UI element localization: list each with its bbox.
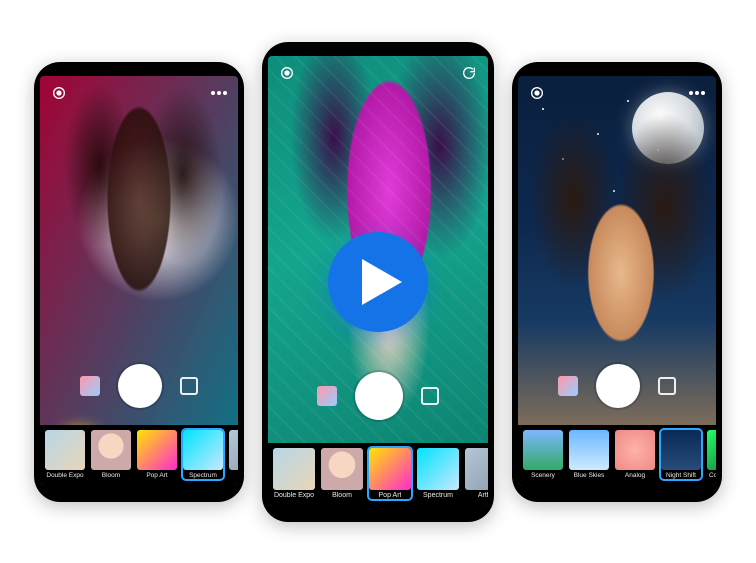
filter-pop-art[interactable]: Pop Art <box>136 429 178 480</box>
more-icon[interactable] <box>210 84 228 102</box>
target-icon[interactable] <box>50 84 68 102</box>
gallery-thumbnail[interactable] <box>558 376 578 396</box>
filter-label: Pop Art <box>146 472 167 479</box>
target-icon[interactable] <box>278 64 296 82</box>
gallery-thumbnail[interactable] <box>317 386 337 406</box>
filter-label: Analog <box>625 472 645 479</box>
filter-label: Double Expo <box>46 472 83 479</box>
phone-left: Double Expo Bloom Pop Art Spectrum Artful <box>34 62 244 502</box>
phone-right: Scenery Blue Skies Analog Night Shift Comic … <box>512 62 722 502</box>
filter-label: Artful <box>478 492 488 499</box>
camera-topbar <box>268 60 488 86</box>
aspect-toggle[interactable] <box>658 377 676 395</box>
filter-thumbnail <box>523 430 563 470</box>
filter-pop-art[interactable]: Pop Art <box>368 447 412 500</box>
target-icon[interactable] <box>528 84 546 102</box>
filter-label: Spectrum <box>423 492 453 499</box>
aspect-toggle[interactable] <box>421 387 439 405</box>
filter-thumbnail <box>273 448 315 490</box>
filter-bloom[interactable]: Bloom <box>320 447 364 500</box>
filter-artful[interactable]: Artful <box>228 429 238 480</box>
filter-label: Blue Skies <box>574 472 605 479</box>
filter-spectrum[interactable]: Spectrum <box>182 429 224 480</box>
capture-controls <box>518 364 716 408</box>
filter-label: Double Expo <box>274 492 314 499</box>
filter-thumbnail <box>229 430 238 470</box>
filter-artful[interactable]: Artful <box>464 447 488 500</box>
filter-blue-skies[interactable]: Blue Skies <box>568 429 610 480</box>
gallery-thumbnail[interactable] <box>80 376 100 396</box>
filter-thumbnail <box>91 430 131 470</box>
more-icon[interactable] <box>688 84 706 102</box>
filter-thumbnail <box>465 448 488 490</box>
filter-thumbnail <box>321 448 363 490</box>
filter-label: Bloom <box>102 472 120 479</box>
filter-thumbnail <box>417 448 459 490</box>
capture-controls <box>40 364 238 408</box>
filter-thumbnail <box>137 430 177 470</box>
filter-thumbnail <box>369 448 411 490</box>
filter-thumbnail <box>45 430 85 470</box>
capture-controls <box>268 372 488 420</box>
filter-strip-right[interactable]: Scenery Blue Skies Analog Night Shift Comic … <box>518 425 716 486</box>
filter-thumbnail <box>615 430 655 470</box>
camera-topbar <box>40 80 238 106</box>
filter-scenery[interactable]: Scenery <box>522 429 564 480</box>
filter-spectrum[interactable]: Spectrum <box>416 447 460 500</box>
filter-label: Scenery <box>531 472 555 479</box>
filter-label: Comic Skies <box>709 472 716 479</box>
shutter-button[interactable] <box>596 364 640 408</box>
screen: Scenery Blue Skies Analog Night Shift Comic … <box>518 76 716 486</box>
aspect-toggle[interactable] <box>180 377 198 395</box>
filter-comic-skies[interactable]: Comic Skies <box>706 429 716 480</box>
filter-thumbnail <box>707 430 716 470</box>
filter-night-shift[interactable]: Night Shift <box>660 429 702 480</box>
filter-label: Pop Art <box>379 492 402 499</box>
screen: Double Expo Bloom Pop Art Spectrum Artful <box>40 76 238 486</box>
filter-label: Bloom <box>332 492 352 499</box>
shutter-button[interactable] <box>118 364 162 408</box>
play-video-button[interactable] <box>328 232 428 332</box>
filter-strip-left[interactable]: Double Expo Bloom Pop Art Spectrum Artful <box>40 425 238 486</box>
filter-label: Night Shift <box>666 472 696 479</box>
shutter-button[interactable] <box>355 372 403 420</box>
filter-strip-center[interactable]: Double Expo Bloom Pop Art Spectrum Artful <box>268 443 488 506</box>
filter-thumbnail <box>183 430 223 470</box>
filter-analog[interactable]: Analog <box>614 429 656 480</box>
camera-topbar <box>518 80 716 106</box>
filter-bloom[interactable]: Bloom <box>90 429 132 480</box>
filter-double-expo[interactable]: Double Expo <box>44 429 86 480</box>
filter-double-expo[interactable]: Double Expo <box>272 447 316 500</box>
refresh-icon[interactable] <box>460 64 478 82</box>
filter-thumbnail <box>661 430 701 470</box>
filter-thumbnail <box>569 430 609 470</box>
filter-label: Spectrum <box>189 472 217 479</box>
